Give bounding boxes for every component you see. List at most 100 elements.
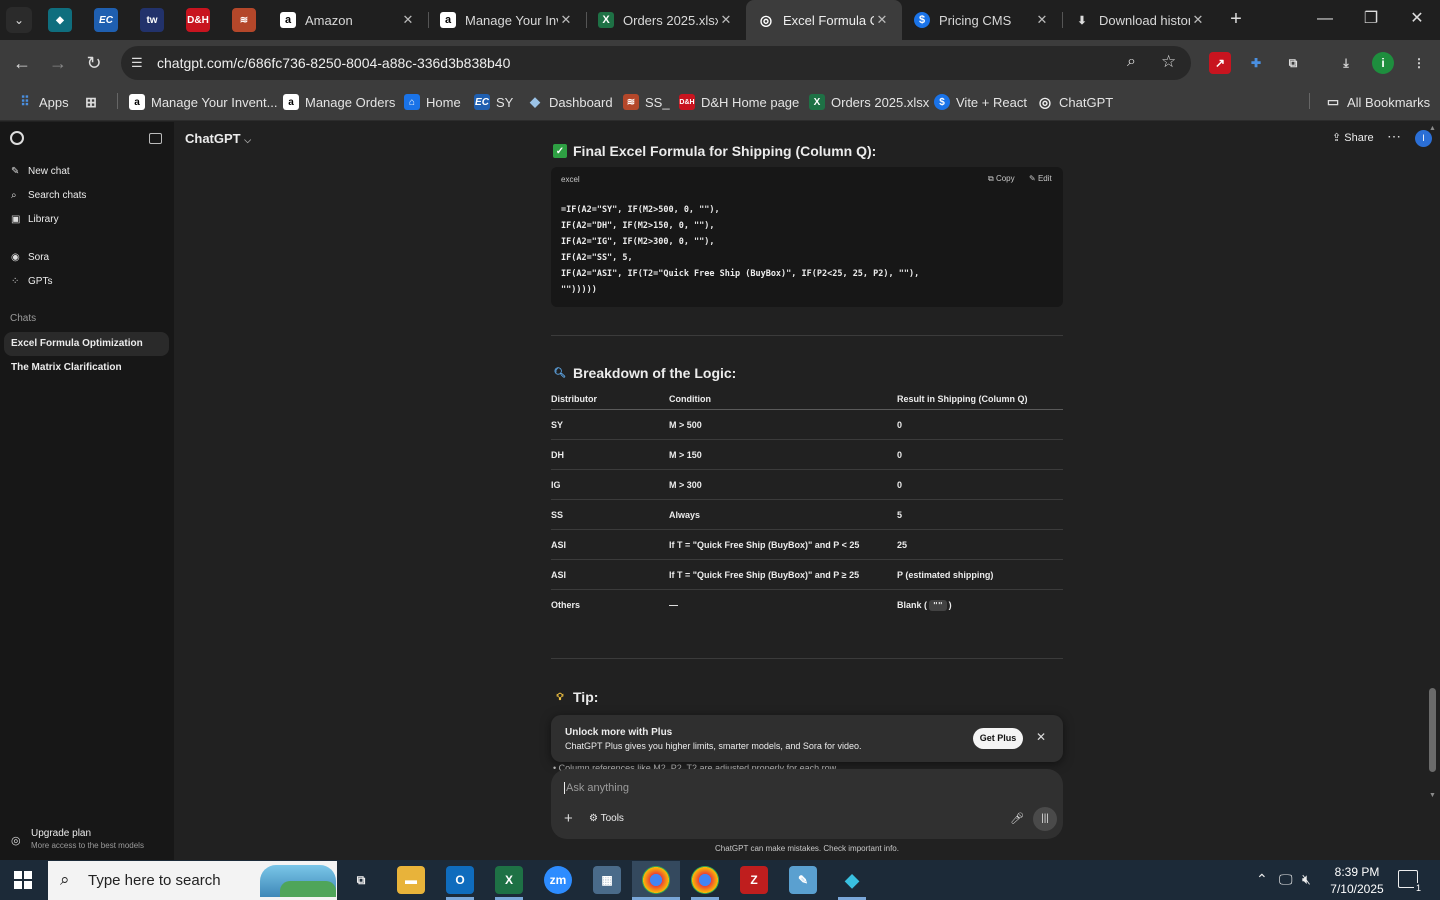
message-input[interactable]: Ask anything (564, 782, 629, 794)
bookmark-dashboard[interactable]: ◆ Dashboard (527, 92, 613, 112)
message-composer[interactable]: Ask anything + ⚙ Tools 🎤︎ ||| (551, 769, 1063, 839)
openai-logo-icon[interactable] (10, 131, 24, 145)
tab-manage-inventory[interactable]: a Manage Your Inventory ✕ (428, 0, 586, 40)
task-view-icon[interactable]: ⧉ (347, 866, 375, 894)
folder-icon: ▭ (1326, 94, 1340, 109)
tab-excel-formula[interactable]: ◎ Excel Formula Optimization ✕ (746, 0, 902, 40)
excel-icon: X (598, 12, 614, 28)
edit-code-button[interactable]: ✎ Edit (1029, 174, 1052, 183)
taskbar-search-box[interactable]: ⌕ Type here to search (48, 861, 337, 900)
new-tab-button[interactable]: + (1225, 8, 1247, 30)
chat-item-excel-formula[interactable]: Excel Formula Optimization (4, 332, 169, 356)
close-tab-icon[interactable]: ✕ (1034, 12, 1050, 28)
get-plus-button[interactable]: Get Plus (973, 728, 1023, 749)
amazon-icon: a (129, 94, 145, 110)
app-diamond-icon[interactable]: ◆ (838, 866, 866, 894)
tab-orders-xlsx[interactable]: X Orders 2025.xlsx ✕ (586, 0, 746, 40)
library-button[interactable]: ▣ Library (11, 214, 59, 225)
forward-button[interactable]: → (45, 50, 71, 76)
profile-avatar[interactable]: i (1372, 52, 1394, 74)
chrome-profile-icon[interactable] (691, 866, 719, 894)
pinned-tab-dh[interactable]: D&H (186, 8, 210, 32)
scrollbar-thumb[interactable] (1429, 688, 1436, 772)
pinned-tab-1[interactable]: ◆ (48, 8, 72, 32)
model-selector[interactable]: ChatGPT ⌵ (185, 131, 251, 146)
tab-download-history[interactable]: ⬇ Download history ✕ (1062, 0, 1218, 40)
windows-start-icon[interactable] (14, 871, 32, 889)
close-tab-icon[interactable]: ✕ (718, 12, 734, 28)
notes-app-icon[interactable]: ✎ (789, 866, 817, 894)
sidebar-toggle-icon[interactable] (149, 133, 162, 144)
bookmark-sy[interactable]: EC SY (474, 92, 513, 112)
excel-icon[interactable]: X (495, 866, 523, 894)
pinned-tab-3[interactable]: tw (140, 8, 164, 32)
url-text[interactable]: chatgpt.com/c/686fc736-8250-8004-a88c-33… (157, 55, 510, 71)
bookmark-manage-inventory[interactable]: a Manage Your Invent... (129, 92, 277, 112)
filezilla-icon[interactable]: Z (740, 866, 768, 894)
minimize-button[interactable]: — (1310, 8, 1340, 30)
add-attachment-icon[interactable]: + (564, 810, 573, 827)
extensions-icon[interactable]: ⧉ (1282, 52, 1304, 74)
scroll-down-arrow-icon[interactable]: ▼ (1429, 792, 1436, 799)
menu-kebab-icon[interactable]: ⋮ (1408, 52, 1430, 74)
zoom-icon[interactable]: ⌕ (1127, 53, 1136, 71)
microphone-icon[interactable]: 🎤︎ (1010, 812, 1024, 825)
bookmark-home[interactable]: ⌂ Home (404, 92, 461, 112)
bookmark-star-icon[interactable]: ☆ (1161, 52, 1176, 72)
close-tab-icon[interactable]: ✕ (400, 12, 416, 28)
tab-amazon[interactable]: a Amazon ✕ (268, 0, 428, 40)
pinned-tab-5[interactable]: ≋ (232, 8, 256, 32)
code-line: IF(A2="SS", 5, (561, 253, 633, 263)
extension-arrow-icon[interactable]: ↗ (1209, 52, 1231, 74)
volume-muted-icon[interactable]: 🔇︎ (1302, 871, 1311, 888)
restore-button[interactable]: ❐ (1356, 8, 1386, 30)
tab-title: Manage Your Inventory (465, 12, 558, 28)
outlook-icon[interactable]: O (446, 866, 474, 894)
extension-puzzle-blue-icon[interactable]: ✚ (1245, 52, 1267, 74)
back-button[interactable]: ← (9, 50, 35, 76)
more-options-icon[interactable]: ⋯ (1387, 128, 1401, 145)
new-chat-button[interactable]: ✎ New chat (11, 166, 70, 177)
bookmark-tab-groups[interactable]: ⊞ (83, 92, 105, 112)
bookmark-label: D&H Home page (701, 94, 800, 110)
tools-button[interactable]: ⚙ Tools (589, 813, 624, 824)
bookmark-dh-home[interactable]: D&H D&H Home page (679, 92, 799, 112)
close-tab-icon[interactable]: ✕ (1190, 12, 1206, 28)
bookmark-orders-xlsx[interactable]: X Orders 2025.xlsx (809, 92, 929, 112)
copy-code-button[interactable]: ⧉ Copy (988, 174, 1015, 184)
bookmark-label: Home (426, 94, 461, 110)
downloads-icon[interactable]: ⤓ (1335, 52, 1357, 74)
gpts-button[interactable]: ⁘ GPTs (11, 276, 52, 287)
notification-center-icon[interactable]: 1 (1398, 870, 1423, 893)
tab-search-button[interactable]: ⌄ (6, 7, 32, 33)
bookmark-vite-react[interactable]: $ Vite + React (934, 92, 1027, 112)
all-bookmarks[interactable]: ▭ All Bookmarks (1325, 92, 1430, 112)
chrome-icon[interactable] (642, 866, 670, 894)
site-info-icon[interactable]: ☰ (131, 55, 147, 71)
system-clock[interactable]: 8:39 PM 7/10/2025 (1324, 864, 1390, 898)
show-hidden-icons-icon[interactable]: ⌃ (1256, 871, 1268, 888)
sora-button[interactable]: ◉ Sora (11, 252, 49, 263)
close-tab-icon[interactable]: ✕ (874, 12, 890, 28)
bookmark-manage-orders[interactable]: a Manage Orders (283, 92, 395, 112)
search-chats-button[interactable]: ⌕ Search chats (11, 190, 86, 201)
chat-item-matrix[interactable]: The Matrix Clarification (4, 356, 169, 380)
bookmark-ss[interactable]: ≋ SS_ (623, 92, 670, 112)
table-cell: — (669, 600, 678, 610)
voice-mode-button[interactable]: ||| (1033, 807, 1057, 831)
close-banner-icon[interactable]: ✕ (1036, 730, 1046, 744)
network-icon[interactable]: 🖵︎ (1279, 871, 1293, 888)
zoom-app-icon[interactable]: zm (544, 866, 572, 894)
bookmark-chatgpt[interactable]: ◎ ChatGPT (1037, 92, 1113, 112)
reload-button[interactable]: ↻ (81, 50, 107, 76)
scroll-up-arrow-icon[interactable]: ▲ (1429, 125, 1436, 132)
close-window-button[interactable]: ✕ (1402, 8, 1432, 30)
file-explorer-icon[interactable]: ▬ (397, 866, 425, 894)
share-button[interactable]: ⇪ Share (1332, 131, 1374, 144)
pinned-tab-ec[interactable]: EC (94, 8, 118, 32)
bookmark-apps[interactable]: ⠿ Apps (17, 92, 68, 112)
address-bar[interactable]: ☰ chatgpt.com/c/686fc736-8250-8004-a88c-… (121, 46, 1191, 80)
close-tab-icon[interactable]: ✕ (558, 12, 574, 28)
tab-pricing-cms[interactable]: $ Pricing CMS ✕ (902, 0, 1062, 40)
calculator-icon[interactable]: ▦ (593, 866, 621, 894)
